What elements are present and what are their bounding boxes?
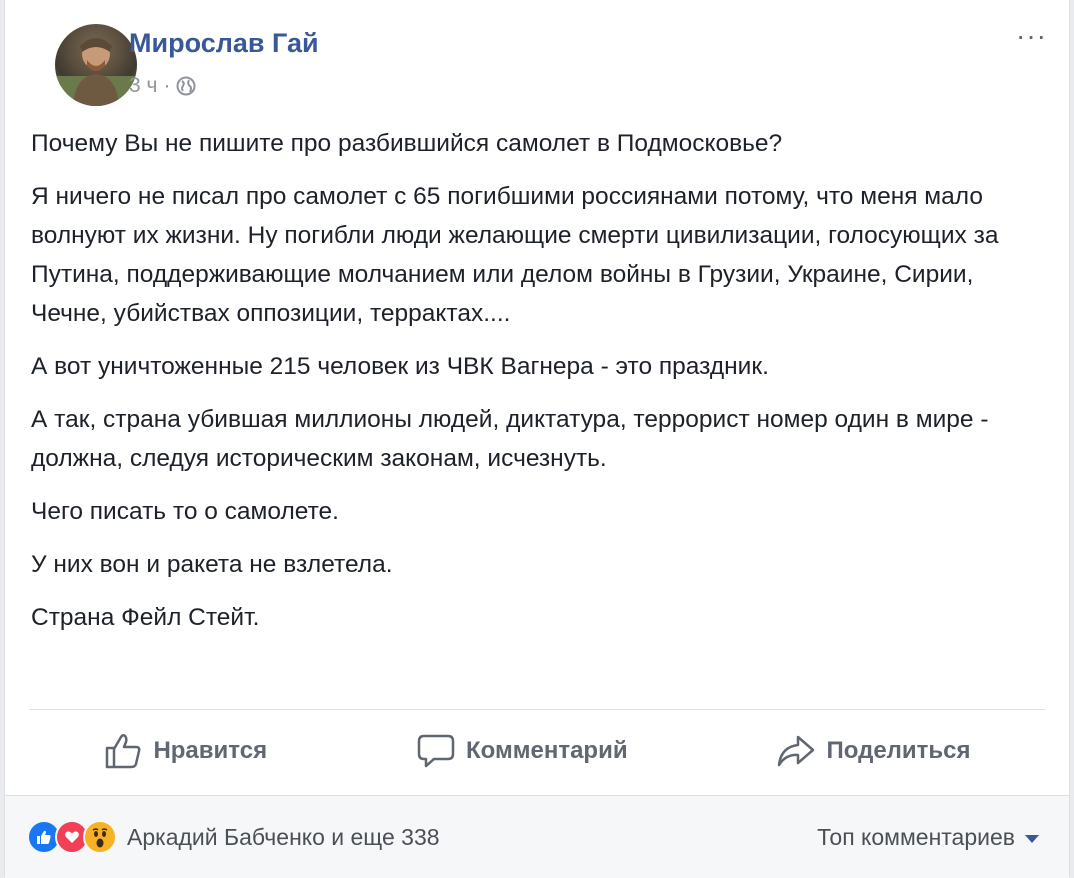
meta-separator: · [163, 74, 171, 97]
post-card: Мирослав Гай 3 ч · ··· Почему Вы не пиши… [4, 0, 1070, 878]
comment-icon [417, 734, 455, 768]
reactors-text[interactable]: Аркадий Бабченко и еще 338 [127, 824, 440, 851]
post-paragraph: А так, страна убившая миллионы людей, ди… [31, 406, 989, 472]
reactions-summary[interactable]: Аркадий Бабченко и еще 338 [27, 820, 440, 854]
share-label: Поделиться [826, 737, 971, 764]
post-paragraph: А вот уничтоженные 215 человек из ЧВК Ва… [31, 353, 769, 380]
share-button[interactable]: Поделиться [776, 732, 971, 770]
sort-label: Топ комментариев [817, 824, 1015, 850]
author-name[interactable]: Мирослав Гай [129, 28, 319, 59]
like-button[interactable]: Нравится [103, 732, 267, 770]
avatar[interactable] [55, 24, 137, 106]
post-time[interactable]: 3 ч [129, 74, 157, 98]
actions-divider [29, 709, 1045, 710]
post-actions: Нравится Комментарий Поделиться [29, 720, 1045, 782]
post-footer: Аркадий Бабченко и еще 338 Топ комментар… [5, 795, 1069, 878]
comment-label: Комментарий [465, 737, 628, 764]
post-paragraph: Почему Вы не пишите про разбившийся само… [31, 130, 783, 157]
post-paragraph: Я ничего не писал про самолет с 65 погиб… [31, 183, 999, 327]
thumbs-up-icon [106, 733, 141, 769]
avatar-photo [55, 38, 137, 106]
post-text: Почему Вы не пишите про разбившийся само… [31, 124, 1041, 651]
wow-reaction-icon [83, 820, 117, 854]
post-paragraph: У них вон и ракета не взлетела. [31, 551, 393, 578]
like-label: Нравится [153, 737, 268, 764]
share-icon [778, 735, 815, 767]
globe-icon[interactable] [176, 76, 196, 96]
comment-sort-dropdown[interactable]: Топ комментариев [817, 824, 1039, 851]
post-paragraph: Страна Фейл Стейт. [31, 604, 260, 631]
caret-down-icon [1025, 834, 1039, 843]
post-paragraph: Чего писать то о самолете. [31, 498, 339, 525]
comment-button[interactable]: Комментарий [416, 732, 628, 770]
more-options-button[interactable]: ··· [1016, 22, 1047, 50]
post-meta: 3 ч · [129, 74, 196, 98]
